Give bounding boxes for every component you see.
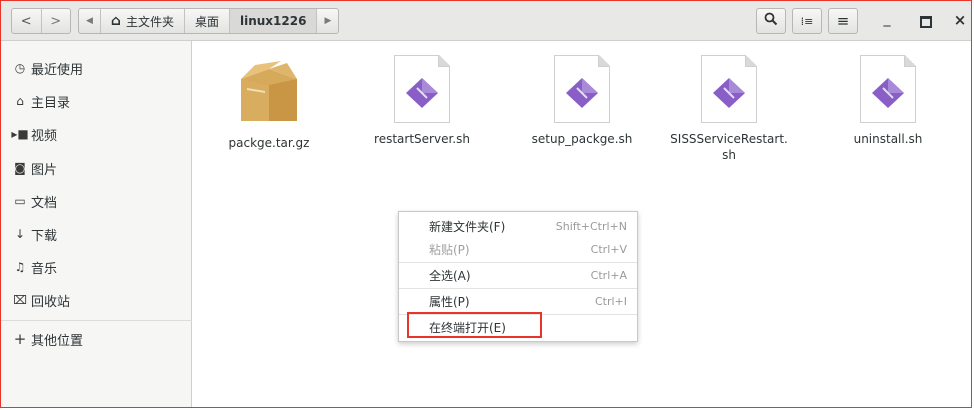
maximize-button[interactable] [916,11,936,31]
video-icon: ▸■ [11,127,29,141]
sidebar-item-documents[interactable]: ▭ 文档 [1,184,192,218]
menu-button[interactable]: ≡ [828,8,858,34]
sidebar-item-downloads[interactable]: ↓ 下载 [1,217,192,251]
file-name: packge.tar.gz [228,136,310,150]
clock-icon: ◷ [14,61,26,75]
menu-item-shortcut: Shift+Ctrl+N [555,220,627,233]
menu-item-label: 粘贴(P) [429,243,470,257]
download-icon: ↓ [14,227,26,241]
script-icon [394,55,450,123]
breadcrumb-home-label: 主文件夹 [125,14,174,29]
menu-item-select-all[interactable]: 全选(A) Ctrl+A [399,264,637,287]
annotation-highlight-box [407,312,542,338]
search-button[interactable] [756,8,786,34]
script-icon [701,55,757,123]
header-bar: < > ◀ ⌂ 主文件夹 桌面 linux1226 ▶ ⁞≡ ≡ _ × [1,1,971,41]
menu-item-label: 全选(A) [429,269,471,283]
sidebar-item-videos[interactable]: ▸■ 视频 [1,117,192,151]
hamburger-icon: ≡ [836,12,850,30]
sidebar-item-label: 图片 [31,162,58,178]
menu-item-paste[interactable]: 粘贴(P) Ctrl+V [399,238,637,261]
search-icon [764,12,778,30]
sidebar-item-other-locations[interactable]: + 其他位置 [1,322,192,356]
breadcrumb-home[interactable]: ⌂ 主文件夹 [101,9,185,33]
forward-button[interactable]: > [42,9,71,33]
file-name: restartServer.sh [374,132,470,146]
camera-icon: ◙ [14,161,26,175]
file-manager-window: < > ◀ ⌂ 主文件夹 桌面 linux1226 ▶ ⁞≡ ≡ _ × ◷ 最… [0,0,972,408]
close-button[interactable]: × [951,11,969,31]
menu-item-shortcut: Ctrl+A [590,269,627,282]
nav-buttons: < > [11,8,71,34]
menu-item-shortcut: Ctrl+V [590,243,627,256]
sidebar-item-label: 主目录 [31,95,71,111]
menu-divider [399,288,637,289]
sidebar: ◷ 最近使用 ⌂ 主目录 ▸■ 视频 ◙ 图片 ▭ 文档 ↓ 下载 ♫ 音乐 ⌧ [1,41,192,407]
sidebar-item-label: 下载 [31,228,58,244]
home-icon: ⌂ [16,94,24,108]
archive-icon [237,55,301,127]
menu-divider [399,262,637,263]
trash-icon: ⌧ [13,293,27,307]
file-item[interactable]: SISSServiceRestart.sh [664,55,794,163]
maximize-icon [920,16,932,28]
script-icon [860,55,916,123]
music-icon: ♫ [14,260,26,274]
sidebar-item-label: 回收站 [31,294,71,310]
sidebar-item-label: 视频 [31,128,58,144]
list-view-icon: ⁞≡ [800,14,814,28]
file-item[interactable]: setup_packge.sh [517,55,647,147]
sidebar-divider [1,320,192,321]
sidebar-item-home[interactable]: ⌂ 主目录 [1,84,192,118]
breadcrumb-current[interactable]: linux1226 [229,9,318,33]
file-item[interactable]: packge.tar.gz [204,55,334,151]
sidebar-item-music[interactable]: ♫ 音乐 [1,250,192,284]
script-icon [554,55,610,123]
sidebar-item-label: 文档 [31,195,58,211]
document-icon: ▭ [14,194,26,208]
sidebar-item-trash[interactable]: ⌧ 回收站 [1,283,192,317]
sidebar-item-recent[interactable]: ◷ 最近使用 [1,51,192,85]
menu-item-label: 新建文件夹(F) [429,220,506,234]
file-name: uninstall.sh [853,132,923,146]
menu-item-properties[interactable]: 属性(P) Ctrl+I [399,290,637,313]
file-item[interactable]: uninstall.sh [823,55,953,147]
file-item[interactable]: restartServer.sh [357,55,487,147]
sidebar-item-label: 其他位置 [31,333,84,349]
sidebar-item-label: 最近使用 [31,62,84,78]
sidebar-item-label: 音乐 [31,261,58,277]
file-name: SISSServiceRestart.sh [670,132,788,162]
sidebar-item-pictures[interactable]: ◙ 图片 [1,151,192,185]
breadcrumb-right-arrow[interactable]: ▶ [317,9,338,33]
plus-icon: + [13,330,27,348]
breadcrumb-left-arrow[interactable]: ◀ [79,9,101,33]
minimize-button[interactable]: _ [877,11,897,31]
breadcrumb-desktop[interactable]: 桌面 [185,9,230,33]
home-icon: ⌂ [110,13,121,29]
menu-item-shortcut: Ctrl+I [594,295,627,308]
file-name: setup_packge.sh [531,132,633,146]
menu-item-new-folder[interactable]: 新建文件夹(F) Shift+Ctrl+N [399,215,637,238]
menu-item-label: 属性(P) [429,295,470,309]
view-toggle-button[interactable]: ⁞≡ [792,8,822,34]
back-button[interactable]: < [12,9,42,33]
breadcrumb: ◀ ⌂ 主文件夹 桌面 linux1226 ▶ [78,8,340,34]
